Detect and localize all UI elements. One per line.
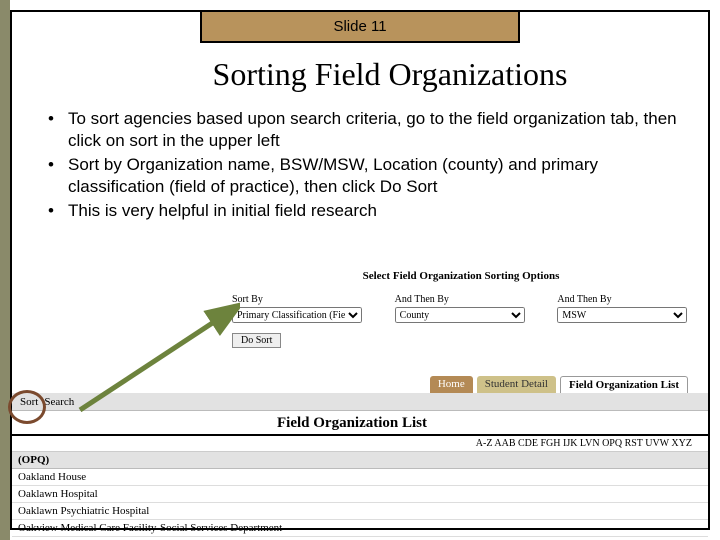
org-list-item[interactable]: Oaklawn Hospital — [12, 486, 708, 503]
bullet-item: To sort agencies based upon search crite… — [56, 108, 690, 152]
alpha-index[interactable]: A-Z AAB CDE FGH IJK LVN OPQ RST UVW XYZ — [476, 438, 692, 449]
slide-number-label: Slide 11 — [200, 10, 520, 43]
action-bar: Sort Search — [12, 393, 708, 411]
sort-panel-heading: Select Field Organization Sorting Option… — [232, 270, 690, 282]
org-list: Oakland House Oaklawn Hospital Oaklawn P… — [12, 469, 708, 537]
bullet-list: To sort agencies based upon search crite… — [56, 108, 690, 224]
org-list-item[interactable]: Oaklawn Psychiatric Hospital — [12, 503, 708, 520]
search-link[interactable]: Search — [44, 396, 74, 408]
and-then-by-select-1[interactable]: County — [395, 307, 525, 323]
bullet-item: This is very helpful in initial field re… — [56, 200, 690, 222]
sort-by-select[interactable]: Primary Classification (Field of Practic — [232, 307, 362, 323]
org-list-item[interactable]: Oakland House — [12, 469, 708, 486]
field-org-list-title: Field Organization List — [277, 415, 427, 432]
bullet-item: Sort by Organization name, BSW/MSW, Loca… — [56, 154, 690, 198]
and-then-by-label-2: And Then By — [557, 294, 690, 305]
org-list-item[interactable]: Oakview Medical Care Facility-Social Ser… — [12, 520, 708, 537]
tab-home[interactable]: Home — [430, 376, 473, 393]
tab-row: Home Student Detail Field Organization L… — [12, 376, 708, 393]
do-sort-button[interactable]: Do Sort — [232, 333, 281, 348]
tab-student-detail[interactable]: Student Detail — [477, 376, 556, 393]
slide-title: Sorting Field Organizations — [0, 56, 720, 93]
tab-field-org-list[interactable]: Field Organization List — [560, 376, 688, 393]
field-org-list-block: Home Student Detail Field Organization L… — [12, 376, 708, 537]
sort-options-panel: Select Field Organization Sorting Option… — [232, 270, 690, 348]
and-then-by-label-1: And Then By — [395, 294, 528, 305]
sort-link[interactable]: Sort — [20, 396, 38, 408]
sort-by-label: Sort By — [232, 294, 365, 305]
and-then-by-select-2[interactable]: MSW — [557, 307, 687, 323]
alpha-group-header: (OPQ) — [12, 452, 708, 469]
